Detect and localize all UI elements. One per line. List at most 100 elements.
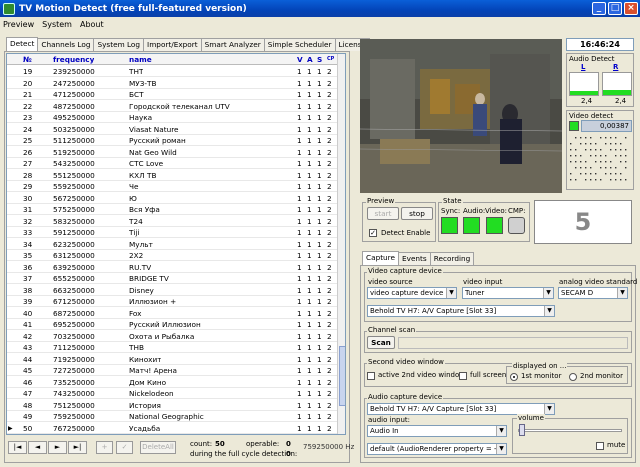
active-2nd-checkbox[interactable] bbox=[367, 372, 375, 380]
stop-button[interactable]: stop bbox=[401, 207, 433, 220]
table-row[interactable]: 19 239250000 ТНТ 1 1 1 2 bbox=[7, 66, 337, 77]
table-row[interactable]: 24 503250000 Viasat Nature 1 1 1 2 bbox=[7, 124, 337, 135]
video-source-select[interactable]: video capture device ▼ bbox=[367, 287, 457, 299]
full-screen-checkbox[interactable] bbox=[459, 372, 467, 380]
table-row[interactable]: 46 735250000 Дом Кино 1 1 1 2 bbox=[7, 377, 337, 388]
close-button[interactable]: × bbox=[624, 2, 638, 15]
table-cell: 687250000 bbox=[53, 308, 95, 318]
motion-cell bbox=[575, 161, 577, 163]
last-record-button[interactable]: ►| bbox=[68, 441, 87, 454]
col-number[interactable]: № bbox=[23, 54, 32, 65]
table-cell: 1 bbox=[317, 205, 322, 214]
table-cell: 655250000 bbox=[53, 274, 95, 283]
motion-cell bbox=[570, 149, 572, 151]
table-row[interactable]: 35 631250000 2X2 1 1 1 2 bbox=[7, 250, 337, 261]
tab-system-log[interactable]: System Log bbox=[93, 38, 145, 51]
analog-standard-select[interactable]: SECAM D ▼ bbox=[558, 287, 628, 299]
col-v[interactable]: V bbox=[297, 54, 303, 65]
tab-import-export[interactable]: Import/Export bbox=[143, 38, 202, 51]
tab-smart-analyzer[interactable]: Smart Analyzer bbox=[200, 38, 265, 51]
grid-scrollbar[interactable] bbox=[337, 54, 345, 434]
motion-cell bbox=[615, 137, 617, 139]
table-row[interactable]: 25 511250000 Русский роман 1 1 1 2 bbox=[7, 135, 337, 146]
motion-cell bbox=[615, 149, 617, 151]
table-row[interactable]: 49 759250000 National Geographic 1 1 1 2 bbox=[7, 411, 337, 422]
tab-detect[interactable]: Detect bbox=[6, 37, 39, 51]
tab-simple-scheduler[interactable]: Simple Scheduler bbox=[263, 38, 336, 51]
table-row[interactable]: 29 559250000 Че 1 1 1 2 bbox=[7, 181, 337, 192]
menu-system[interactable]: System bbox=[42, 20, 72, 29]
first-monitor-radio[interactable] bbox=[510, 373, 518, 381]
table-row[interactable]: 28 551250000 КХЛ ТВ 1 1 1 2 bbox=[7, 170, 337, 181]
video-device-select[interactable]: Behold TV H7: A/V Capture [Slot 33] ▼ bbox=[367, 305, 555, 317]
motion-cell bbox=[610, 143, 612, 145]
table-row[interactable]: 21 471250000 БСТ 1 1 1 2 bbox=[7, 89, 337, 100]
mute-checkbox[interactable] bbox=[596, 442, 604, 450]
tab-recording[interactable]: Recording bbox=[429, 252, 475, 265]
col-frequency[interactable]: frequency bbox=[53, 54, 94, 65]
table-row[interactable]: 26 519250000 Nat Geo Wild 1 1 1 2 bbox=[7, 147, 337, 158]
table-row[interactable]: ▶ 50 767250000 Усадьба 1 1 1 2 bbox=[7, 422, 337, 434]
first-record-button[interactable]: |◄ bbox=[8, 441, 27, 454]
table-row[interactable]: 41 695250000 Русский Иллюзион 1 1 1 2 bbox=[7, 319, 337, 330]
count-value: 50 bbox=[215, 440, 225, 448]
add-record-button[interactable]: + bbox=[96, 441, 113, 454]
table-row[interactable]: 30 567250000 Ю 1 1 1 2 bbox=[7, 193, 337, 204]
post-record-button[interactable]: ✓ bbox=[116, 441, 133, 454]
volume-slider-track[interactable] bbox=[518, 429, 622, 432]
tab-capture[interactable]: Capture bbox=[362, 251, 400, 265]
table-row[interactable]: 40 687250000 Fox 1 1 1 2 bbox=[7, 308, 337, 319]
minimize-button[interactable]: _ bbox=[592, 2, 606, 15]
table-cell: 1 bbox=[307, 389, 312, 398]
channels-grid[interactable]: № frequency name V A S CP 19 239250000 ТНТ… bbox=[6, 53, 346, 435]
table-cell: 31 bbox=[23, 205, 33, 214]
col-cp[interactable]: CP bbox=[327, 54, 334, 65]
table-row[interactable]: 44 719250000 Кинохит 1 1 1 2 bbox=[7, 354, 337, 365]
table-row[interactable]: 37 655250000 BRIDGE TV 1 1 1 2 bbox=[7, 273, 337, 284]
motion-cell bbox=[580, 155, 582, 157]
table-row[interactable]: 42 703250000 Охота и Рыбалка 1 1 1 2 bbox=[7, 331, 337, 342]
second-monitor-radio[interactable] bbox=[569, 373, 577, 381]
table-row[interactable]: 33 591250000 Тiji 1 1 1 2 bbox=[7, 227, 337, 238]
col-s[interactable]: S bbox=[317, 54, 322, 65]
table-row[interactable]: 22 487250000 Городской телеканал UTV 1 1 1 2 bbox=[7, 101, 337, 112]
table-row[interactable]: 32 583250000 Т24 1 1 1 2 bbox=[7, 216, 337, 227]
table-cell: 1 bbox=[317, 67, 322, 76]
volume-slider-thumb[interactable] bbox=[519, 424, 525, 436]
maximize-button[interactable]: □ bbox=[608, 2, 622, 15]
table-row[interactable]: 36 639250000 RU.TV 1 1 1 2 bbox=[7, 262, 337, 273]
table-cell: 1 bbox=[297, 182, 302, 191]
scan-button[interactable]: Scan bbox=[367, 336, 395, 349]
table-row[interactable]: 48 751250000 История 1 1 1 2 bbox=[7, 400, 337, 411]
start-button[interactable]: start bbox=[367, 207, 399, 220]
table-row[interactable]: 20 247250000 МУЗ-ТВ 1 1 1 2 bbox=[7, 78, 337, 89]
table-row[interactable]: 43 711250000 ТНВ 1 1 1 2 bbox=[7, 342, 337, 353]
video-input-select[interactable]: Tuner ▼ bbox=[462, 287, 554, 299]
chevron-down-icon: ▼ bbox=[496, 426, 506, 436]
menu-about[interactable]: About bbox=[80, 20, 104, 29]
detect-enable-checkbox[interactable]: ✓ bbox=[369, 229, 377, 237]
table-row[interactable]: 34 623250000 Мульт 1 1 1 2 bbox=[7, 239, 337, 250]
motion-cell bbox=[605, 143, 607, 145]
next-record-button[interactable]: ► bbox=[48, 441, 67, 454]
col-name[interactable]: name bbox=[129, 54, 152, 65]
delete-all-button[interactable]: DeleteAll bbox=[140, 441, 176, 454]
table-row[interactable]: 27 543250000 СТС Love 1 1 1 2 bbox=[7, 158, 337, 169]
audio-input-select[interactable]: Audio In ▼ bbox=[367, 425, 507, 437]
audio-renderer-select[interactable]: default (AudioRenderer property = -1) ▼ bbox=[367, 443, 507, 455]
table-row[interactable]: 38 663250000 Disney 1 1 1 2 bbox=[7, 285, 337, 296]
table-cell: 1 bbox=[307, 193, 312, 203]
table-cell: 1 bbox=[307, 343, 312, 352]
table-row[interactable]: 47 743250000 Nickelodeon 1 1 1 2 bbox=[7, 388, 337, 399]
table-row[interactable]: 39 671250000 Иллюзион +1 1 1 2 bbox=[7, 296, 337, 307]
motion-cell bbox=[590, 173, 592, 175]
scrollbar-thumb[interactable] bbox=[339, 346, 345, 406]
menu-preview[interactable]: Preview bbox=[3, 20, 34, 29]
tab-events[interactable]: Events bbox=[398, 252, 431, 265]
table-row[interactable]: 45 727250000 Матч! Арена 1 1 1 2 bbox=[7, 365, 337, 376]
prev-record-button[interactable]: ◄ bbox=[28, 441, 47, 454]
table-row[interactable]: 23 495250000 Наука 1 1 1 2 bbox=[7, 112, 337, 123]
tab-channels-log[interactable]: Channels Log bbox=[37, 38, 95, 51]
col-a[interactable]: A bbox=[307, 54, 313, 65]
table-row[interactable]: 31 575250000 Вся Уфа 1 1 1 2 bbox=[7, 204, 337, 215]
